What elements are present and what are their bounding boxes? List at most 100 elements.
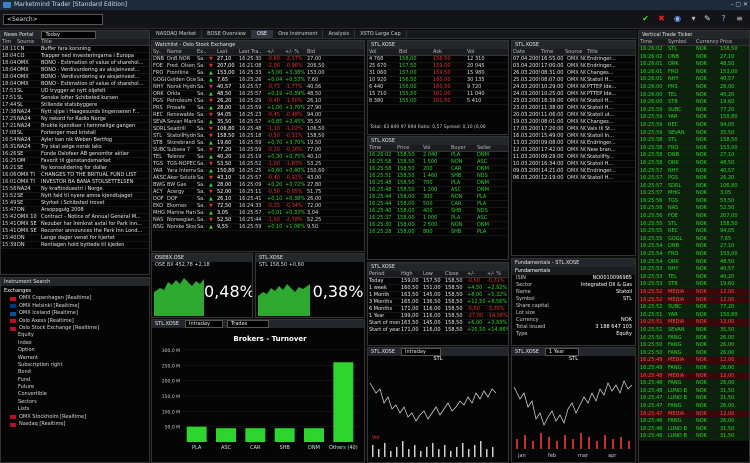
ticker-row[interactable]: 16:25:56 TGS NOK 53,50	[639, 197, 749, 206]
orderbook-row[interactable]: 10 920 156,50 160,00 30 135	[368, 77, 508, 84]
ticker-row[interactable]: 16:25:50 FANG NOK 26,00	[639, 334, 749, 343]
ticker-row[interactable]: 16:25:54 ORK NOK 48,50	[639, 258, 749, 267]
ticker-row[interactable]: 16:25:50 FANG NOK 26,00	[639, 349, 749, 358]
watchlist-row[interactable]: SEVANSevan MarineSa. ▲ 35,50 16:25:57 +0,85+…	[152, 119, 364, 126]
col-history-5[interactable]: +/- %	[486, 271, 508, 277]
ticker-row[interactable]: 16:26:01 FRO NOK 153,00	[639, 68, 749, 77]
ticker-row[interactable]: 16:25:46 FANG NOK 26,00	[639, 418, 749, 426]
watchlist-row[interactable]: BWG BW Gas Sa. ▲ 28,00 16:25:09 +0,20 +0,72% 27,…	[152, 182, 364, 189]
ticker-row[interactable]: 16:25:51 SEVAN NOK 35,50	[639, 326, 749, 335]
col-history-0[interactable]: Period	[368, 271, 400, 277]
watchlist-row[interactable]: EKO Ekornes Sa. ▼ 72,50 16:24:33 -0,25 -0,34% 72…	[152, 203, 364, 210]
watchlist-row[interactable]: SUBC Subsea 7 Sa. ▼ 77,20 16:25:59 -0,20 -0,26%…	[152, 147, 364, 154]
ticker-row[interactable]: 16:25:59 SUBC NOK 77,20	[639, 106, 749, 115]
news-row[interactable]: 17:51 SL Senske lofter Schibsted kursen	[1, 95, 149, 102]
watchlist-row[interactable]: TGS TGS-NOPEC Sa. ▼ 53,50 16:25:52 -1,00 -1,83%…	[152, 161, 364, 168]
stop-icon[interactable]: ✖	[656, 13, 667, 24]
intraday-range-select[interactable]: Intraday	[400, 348, 441, 356]
ticker-row[interactable]: 16:25:52 SUBC NOK 77,20	[639, 304, 749, 312]
check-icon[interactable]: ✔	[640, 13, 651, 24]
ticker-row[interactable]: 16:25:47 FANG NOK 26,00	[639, 402, 749, 411]
instrument-news-row[interactable]: 12.03.2009 17:42:00 OMX NO New bran...	[512, 147, 635, 154]
ticker-row[interactable]: 16:25:54 DNB NOK 27,10	[639, 243, 749, 252]
tree-item[interactable]: Bond	[4, 369, 149, 376]
instrument-news-row[interactable]: 23.03.2009 11:38:00 OMX NO Statoil H...	[512, 105, 635, 112]
ticker-row[interactable]: 16:26:00 STB NOK 19,60	[639, 99, 749, 107]
ticker-row[interactable]: 16:25:58 STL NOK 158,50	[639, 137, 749, 145]
tool-icon[interactable]: ✎	[702, 13, 713, 24]
instrument-news-row[interactable]: 11.03.2009 09:29:00 OMX NO StatoilHy...	[512, 154, 635, 161]
instrument-news-row[interactable]: 09.03.2009 14:21:00 OMX NO Endringer...	[512, 168, 635, 175]
tree-item[interactable]: Sectors	[4, 399, 149, 406]
instrument-news-row[interactable]: 10.03.2009 16:34:00 OMX NO Statoil H...	[512, 161, 635, 168]
tree-item[interactable]: Oslo Stock Exchange [Realtime]	[4, 325, 149, 332]
col-history-1[interactable]: High	[400, 271, 422, 277]
col-news2-0[interactable]: Date	[512, 49, 540, 55]
trade-row[interactable]: 16:25:40 158,00 400 SHB NDS	[368, 208, 508, 215]
ticker-row[interactable]: 16:25:49 FANG NOK 26,00	[639, 364, 749, 373]
news-row[interactable]: 15:40 DN Lange dager venet for hjertet	[1, 235, 149, 242]
col-watch-8[interactable]: Bid	[306, 49, 326, 55]
col-ob-1[interactable]: Bid	[398, 49, 432, 55]
news-row[interactable]: 16:21 SE Ny konsolidering for dollar	[1, 165, 149, 172]
news-row[interactable]: 17:38 NA24 Nytt sjipe i Haagesunds lingens…	[1, 109, 149, 116]
instrument-news-row[interactable]: 06.03.2009 12:19:00 OMX NO Statoil H...	[512, 175, 635, 182]
instrument-news-row[interactable]: 16.03.2009 15:49:00 OMX NO Statoil In...	[512, 133, 635, 140]
watchlist-row[interactable]: ORK Orkla Sa. ▲ 48,50 16:25:57 +0,19 +0,39% 48,5…	[152, 91, 364, 98]
ticker-row[interactable]: 16:25:59 YAR NOK 150,80	[639, 114, 749, 122]
news-row[interactable]: 15:41 OMX SE Nezuber har lrenkrat avtal fo…	[1, 221, 149, 228]
news-row[interactable]: 17:44 SL Stillende statsbyggere	[1, 102, 149, 109]
col-watch-7[interactable]: +/- %	[284, 49, 306, 55]
orderbook-row[interactable]: 25 670 157,50 159,00 20 045	[368, 63, 508, 70]
news-row[interactable]: 15:47 DN Arsoppgulg 2008	[1, 207, 149, 214]
col-watch-1[interactable]: Name	[166, 49, 196, 55]
news-row[interactable]: 17:53 SL UD trygger at nytt oljefelt	[1, 88, 149, 95]
instrument-news-row[interactable]: 20.03.2009 11:06:00 OMX NO Statoil ut...	[512, 112, 635, 119]
trade-row[interactable]: 16:26:02 158,50 2 040 PLA DNM	[368, 152, 508, 159]
watchlist-row[interactable]: GOGLGolden OceanSa. ▲ 7,65 16:25:26 +0,04+0,…	[152, 77, 364, 84]
col-watch-4[interactable]: Last	[216, 49, 238, 55]
ticker-row[interactable]: 16:26:00 TEL NOK 40,20	[639, 91, 749, 100]
ticker-row[interactable]: 16:25:57 PGS NOK 26,20	[639, 175, 749, 183]
ticker-row[interactable]: 16:25:58 FRO NOK 153,00	[639, 144, 749, 153]
watchlist-row[interactable]: PGSPetroleum GeoSa. ▼ 26,20 16:25:29 -0,40 -1…	[152, 98, 364, 105]
news-row[interactable]: 16:31 NA24 Try skal selge norsk laks	[1, 144, 149, 151]
watchlist-row[interactable]: TEL Telenor Sa. ▲ 40,20 16:25:19 +0,30 +0,75% 40…	[152, 154, 364, 161]
tree-item[interactable]: Lists	[4, 406, 149, 413]
tree-item[interactable]: OMX Copenhagen [Realtime]	[4, 295, 149, 302]
ticker-row[interactable]: 16:25:56 NAS NOK 52,50	[639, 205, 749, 214]
ticker-row[interactable]: 16:25:59 SEVAN NOK 35,50	[639, 129, 749, 138]
news-row[interactable]: 18:04 OMX BONO - Estimation of value of sh…	[1, 60, 149, 67]
watchlist-row[interactable]: FOE Fred. Olsen EneSa. ▼ 207,00 16:21:08 -2,0…	[152, 63, 364, 70]
watchlist-row[interactable]: STL StatoilHydro Sa. ▼ 158,50 16:25:18 -0,50 -0…	[152, 133, 364, 140]
ticker-row[interactable]: 16:25:54 FRO NOK 153,00	[639, 251, 749, 259]
col-trades-4[interactable]: Seller	[476, 145, 502, 151]
bar-shb[interactable]	[274, 428, 295, 442]
news-row[interactable]: 18:04 OMX BONO - Estimation of value of sh…	[1, 81, 149, 88]
ticker-row[interactable]: 16:25:58 ORK NOK 48,50	[639, 159, 749, 168]
ticker-row[interactable]: 16:25:51 YAR NOK 150,80	[639, 311, 749, 320]
col-watch-3[interactable]	[208, 49, 216, 55]
help-icon[interactable]: ?	[718, 13, 729, 24]
col-history-2[interactable]: Low	[422, 271, 444, 277]
ticker-row[interactable]: 16:25:55 STL NOK 158,50	[639, 220, 749, 229]
window-controls[interactable]: – ▢ ✕	[700, 1, 748, 9]
ticker-row[interactable]: 16:25:58 DNB NOK 27,10	[639, 152, 749, 160]
watchlist-row[interactable]: NHY Norsk Hydro Sa. ▼ 40,57 16:25:57 -0,73 -1,7…	[152, 84, 364, 91]
col-ticker-3[interactable]: Price	[719, 39, 747, 45]
tab-one-instrument[interactable]: One Instrument	[273, 30, 324, 38]
broker-mode-select[interactable]: Trades	[226, 320, 269, 328]
col-trades-1[interactable]: Price	[396, 145, 422, 151]
col-news2-2[interactable]: Source	[564, 49, 586, 55]
orderbook-row[interactable]: 31 060 157,00 159,50 15 980	[368, 70, 508, 77]
tree-item[interactable]: OMX Stockholm [Realtime]	[4, 414, 149, 421]
ticker-row[interactable]: 16:25:53 NHY NOK 40,57	[639, 266, 749, 274]
col-watch-6[interactable]: +/-	[266, 49, 284, 55]
watchlist-row[interactable]: ACY Acergy Sa. ▼ 52,00 16:25:11 -0,50 -0,95% 51,…	[152, 189, 364, 196]
col-watch-0[interactable]: Sy..	[152, 49, 166, 55]
trade-row[interactable]: 16:25:37 158,00 1 000 PLA ASC	[368, 215, 508, 222]
ticker-row[interactable]: 16:25:52 MEDIA NOK 12,00	[639, 289, 749, 297]
instrument-news-row[interactable]: 26.03.2009 08:31:00 OMX NO Changes...	[512, 70, 635, 77]
broker-range-select[interactable]: Intraday	[184, 320, 223, 328]
tree-item[interactable]: Convertible	[4, 391, 149, 398]
